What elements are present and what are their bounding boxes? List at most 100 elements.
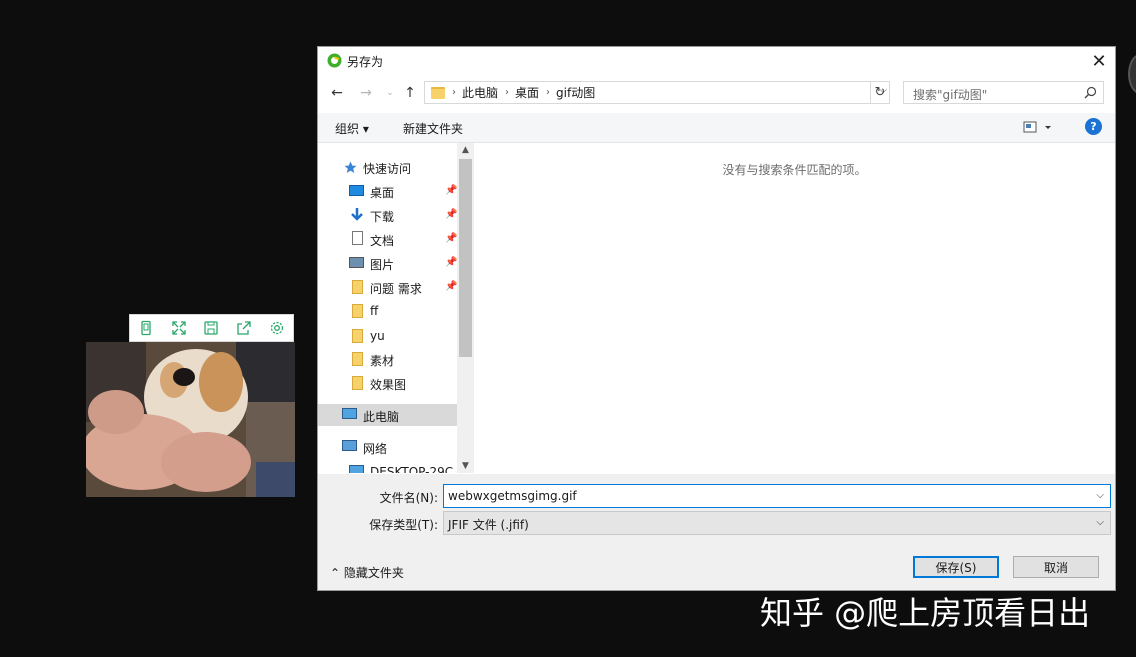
search-icon [1084, 86, 1097, 99]
document-icon [352, 231, 363, 245]
watermark: 知乎 @爬上房顶看日出 [760, 594, 1091, 632]
cancel-button[interactable]: 取消 [1013, 556, 1099, 578]
chevron-right-icon: › [546, 87, 551, 98]
forward-arrow-icon[interactable]: → [356, 83, 376, 103]
address-bar[interactable]: › 此电脑 › 桌面 › gif动图 ⌵ [424, 81, 890, 104]
pin-icon: 📌 [445, 233, 458, 244]
title-bar: 另存为 ✕ [318, 47, 1115, 75]
nav-item-documents[interactable]: 文档 📌 [318, 228, 458, 250]
pictures-icon [349, 257, 364, 268]
settings-icon[interactable] [266, 317, 288, 339]
scroll-up-icon[interactable]: ▲ [457, 143, 474, 157]
help-icon[interactable]: ? [1085, 118, 1102, 135]
nav-item-pictures[interactable]: 图片 📌 [318, 252, 458, 274]
hide-folders-toggle[interactable]: ⌃ 隐藏文件夹 [330, 564, 404, 581]
folder-icon [352, 352, 363, 366]
nav-item-network[interactable]: 网络 [318, 436, 458, 458]
phone-icon[interactable] [135, 317, 157, 339]
network-icon [342, 440, 357, 451]
scroll-thumb[interactable] [459, 159, 472, 357]
nav-item-downloads[interactable]: 下载 📌 [318, 204, 458, 226]
nav-item-label: 图片 [370, 258, 395, 272]
nav-quick-access-label: 快速访问 [363, 162, 412, 176]
nav-item-folder[interactable]: 效果图 [318, 372, 458, 394]
filename-label: 文件名(N): [379, 491, 438, 505]
breadcrumb-desktop[interactable]: 桌面 [515, 84, 539, 101]
nav-item-label: ff [370, 304, 379, 318]
nav-item-folder[interactable]: 素材 [318, 348, 458, 370]
command-bar: 组织 ▾ 新建文件夹 ? [318, 113, 1115, 143]
save-button[interactable]: 保存(S) [913, 556, 999, 578]
recent-locations-chevron-icon[interactable]: ⌄ [380, 83, 400, 103]
nav-item-label: 效果图 [370, 378, 407, 392]
hide-folders-label: 隐藏文件夹 [343, 566, 404, 580]
scroll-down-icon[interactable]: ▼ [457, 459, 474, 473]
back-arrow-icon[interactable]: ← [327, 83, 347, 103]
edge-avatar [1128, 54, 1136, 94]
nav-item-label: 网络 [363, 442, 388, 456]
chevron-right-icon: › [505, 87, 510, 98]
pin-icon: 📌 [445, 281, 458, 292]
breadcrumb-gif-folder[interactable]: gif动图 [556, 84, 595, 101]
close-icon: ✕ [1091, 50, 1107, 72]
chevron-right-icon: › [452, 87, 456, 98]
nav-item-label: 文档 [370, 234, 395, 248]
refresh-icon[interactable]: ↻ [870, 81, 890, 104]
chevron-down-icon: ⌵ [1096, 517, 1104, 528]
nav-item-label: 此电脑 [363, 410, 400, 424]
organize-menu[interactable]: 组织 ▾ [335, 120, 369, 137]
dog-photo [86, 342, 295, 497]
close-button[interactable]: ✕ [1083, 47, 1115, 75]
star-icon [344, 161, 359, 174]
nav-item-this-pc[interactable]: 此电脑 [318, 404, 458, 426]
up-arrow-icon[interactable]: ↑ [400, 83, 420, 103]
nav-item-folder[interactable]: ff [318, 300, 458, 322]
dialog-title: 另存为 [347, 55, 384, 69]
save-as-dialog: 另存为 ✕ ← → ⌄ ↑ › 此电脑 › 桌面 › gif动图 ⌵ ↻ 搜索"… [317, 46, 1116, 591]
filename-input[interactable]: webwxgetmsgimg.gif ⌵ [443, 484, 1111, 508]
nav-quick-access[interactable]: 快速访问 [318, 156, 458, 178]
navigation-pane: 快速访问 桌面 📌 下载 📌 文档 📌 图片 📌 问题 需求 📌 ff yu 素… [318, 143, 474, 473]
navigation-bar: ← → ⌄ ↑ › 此电脑 › 桌面 › gif动图 ⌵ ↻ 搜索"gif动图" [318, 79, 1115, 107]
breadcrumb-this-pc[interactable]: 此电脑 [462, 84, 498, 101]
computer-icon [349, 465, 364, 473]
nav-item-label: 下载 [370, 210, 395, 224]
nav-item-desktop-host[interactable]: DESKTOP-29C [318, 461, 458, 473]
filetype-select[interactable]: JFIF 文件 (.jfif) ⌵ [443, 511, 1111, 535]
nav-item-label: 素材 [370, 354, 395, 368]
save-options-panel: 文件名(N): webwxgetmsgimg.gif ⌵ 保存类型(T): JF… [318, 474, 1115, 590]
folder-icon [431, 86, 445, 99]
nav-item-label: DESKTOP-29C [370, 465, 454, 473]
pin-icon: 📌 [445, 185, 458, 196]
computer-icon [342, 408, 357, 419]
search-placeholder: 搜索"gif动图" [913, 88, 988, 102]
folder-icon [352, 304, 363, 318]
nav-item-folder[interactable]: 问题 需求 📌 [318, 276, 458, 298]
view-options-icon[interactable] [1023, 121, 1053, 135]
nav-scrollbar[interactable]: ▲ ▼ [457, 143, 474, 473]
filetype-label: 保存类型(T): [369, 518, 438, 532]
nav-item-label: 桌面 [370, 186, 395, 200]
desktop-icon [349, 185, 364, 196]
nav-item-desktop[interactable]: 桌面 📌 [318, 180, 458, 202]
file-list: 没有与搜索条件匹配的项。 [474, 143, 1115, 473]
share-icon[interactable] [233, 317, 255, 339]
empty-message: 没有与搜索条件匹配的项。 [722, 163, 867, 177]
filename-value: webwxgetmsgimg.gif [448, 489, 577, 503]
nav-item-label: 问题 需求 [370, 282, 422, 296]
download-icon [350, 207, 365, 221]
browser-logo-icon [327, 53, 342, 68]
chevron-down-icon[interactable]: ⌵ [1096, 490, 1104, 501]
folder-icon [352, 329, 363, 343]
filetype-value: JFIF 文件 (.jfif) [448, 518, 529, 532]
fullscreen-icon[interactable] [168, 317, 190, 339]
folder-icon [352, 280, 363, 294]
image-viewer-toolbar [129, 314, 294, 342]
chevron-up-icon: ⌃ [330, 566, 341, 580]
search-input[interactable]: 搜索"gif动图" [903, 81, 1104, 104]
pin-icon: 📌 [445, 209, 458, 220]
save-icon[interactable] [200, 317, 222, 339]
nav-item-folder[interactable]: yu [318, 325, 458, 347]
new-folder-button[interactable]: 新建文件夹 [403, 120, 463, 137]
nav-item-label: yu [370, 329, 385, 343]
